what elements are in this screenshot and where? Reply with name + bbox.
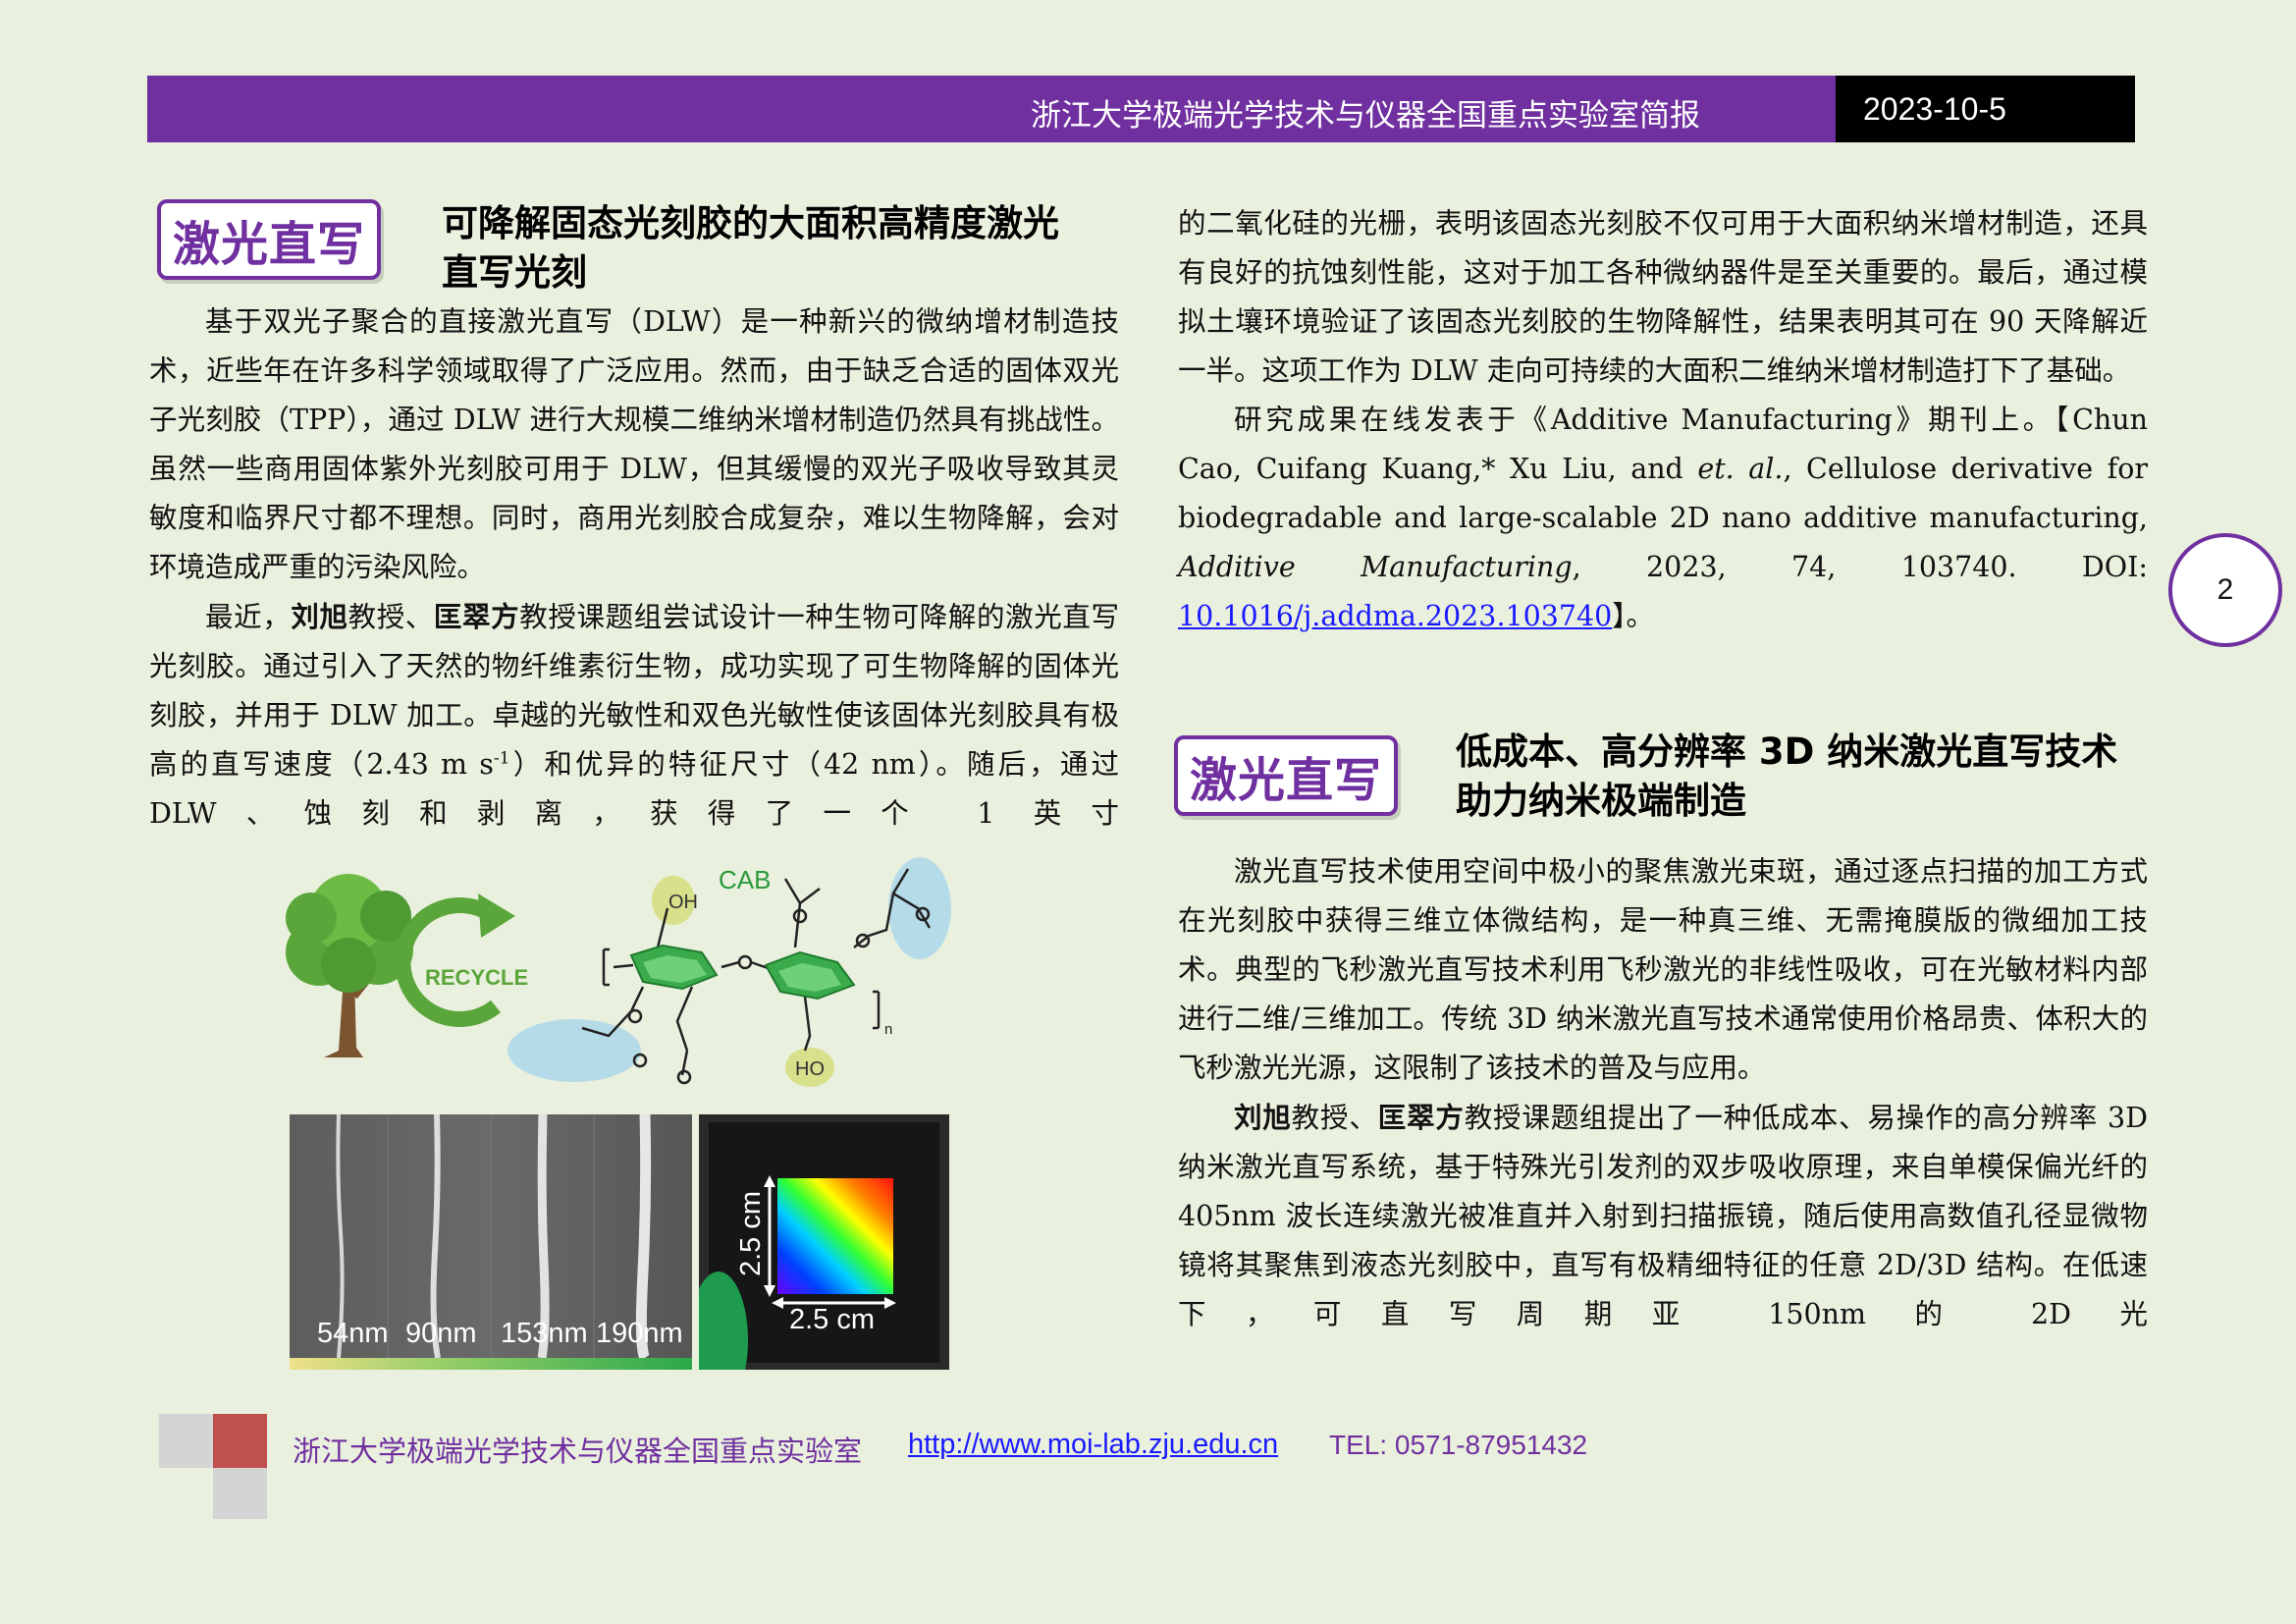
article-title: 可降解固态光刻胶的大面积高精度激光 直写光刻: [442, 199, 1129, 298]
grating-sample: [777, 1178, 893, 1294]
author-name: 刘旭: [291, 600, 348, 633]
repeat-unit-n: n: [884, 1021, 892, 1038]
paragraph: 刘旭教授、匡翠方教授课题组提出了一种低成本、易操作的高分辨率 3D 纳米激光直写…: [1178, 1093, 2148, 1339]
article-title: 低成本、高分辨率 3D 纳米激光直写技术 助力纳米极端制造: [1456, 728, 2163, 826]
paragraph: 激光直写技术使用空间中极小的聚焦激光束斑，通过逐点扫描的加工方式在光刻胶中获得三…: [1178, 855, 2148, 1084]
article-body: 基于双光子聚合的直接激光直写（DLW）是一种新兴的微纳增材制造技术，近些年在许多…: [149, 298, 1119, 839]
sem-image: 54nm 90nm 153nm 190nm: [290, 1114, 692, 1370]
issue-date: 2023-10-5: [1863, 91, 2006, 127]
superscript: -1: [493, 748, 510, 769]
cab-label: CAB: [719, 865, 771, 894]
article-title-line: 低成本、高分辨率 3D 纳米激光直写技术: [1456, 731, 2118, 773]
oh-label: OH: [668, 892, 698, 913]
text: 最近，: [205, 601, 292, 633]
doi-link[interactable]: 10.1016/j.addma.2023.103740: [1178, 600, 1612, 632]
text: , 2023, 74, 103740. DOI:: [1572, 551, 2149, 583]
footer-decor-square: [159, 1414, 213, 1468]
page-number-badge: 2: [2168, 533, 2282, 647]
footer-decor-square: [213, 1468, 267, 1519]
footer-website-link[interactable]: http://www.moi-lab.zju.edu.cn: [908, 1429, 1278, 1461]
paragraph: 基于双光子聚合的直接激光直写（DLW）是一种新兴的微纳增材制造技术，近些年在许多…: [149, 305, 1119, 583]
text: 教授课题组提出了一种低成本、易操作的高分辨率 3D 纳米激光直写系统，基于特殊光…: [1178, 1102, 2148, 1330]
grating-photo: 2.5 cm 2.5 cm: [699, 1114, 949, 1370]
dimension-label-horizontal: 2.5 cm: [789, 1304, 875, 1335]
text: 教授、: [347, 601, 434, 633]
text-italic: et. al.: [1697, 453, 1784, 485]
butyryl-highlight: [507, 1019, 641, 1082]
author-name: 匡翠方: [1377, 1101, 1465, 1134]
section-tag: 激光直写: [157, 199, 381, 280]
section-tag: 激光直写: [1174, 735, 1398, 816]
dimension-label-vertical: 2.5 cm: [735, 1191, 767, 1276]
oxygen-atom: [737, 954, 753, 970]
sem-label: 153nm: [501, 1318, 588, 1349]
paragraph: 最近，刘旭教授、匡翠方教授课题组尝试设计一种生物可降解的激光直写光刻胶。通过引入…: [149, 592, 1119, 839]
sem-label: 190nm: [596, 1318, 683, 1349]
recycle-label: RECYCLE: [425, 965, 528, 990]
oxygen-atom: [676, 1069, 692, 1085]
author-name: 匡翠方: [433, 600, 520, 633]
article-body: 激光直写技术使用空间中极小的聚焦激光束斑，通过逐点扫描的加工方式在光刻胶中获得三…: [1178, 847, 2148, 1339]
recycle-icon: RECYCLE: [395, 893, 528, 1027]
paragraph: 的二氧化硅的光栅，表明该固态光刻胶不仅可用于大面积纳米增材制造，还具有良好的抗蚀…: [1178, 207, 2148, 387]
newsletter-title: 浙江大学极端光学技术与仪器全国重点实验室简报: [1031, 98, 1700, 134]
footer-lab-name: 浙江大学极端光学技术与仪器全国重点实验室: [293, 1435, 863, 1468]
article-title-line: 助力纳米极端制造: [1456, 780, 1746, 822]
footer-telephone: TEL: 0571-87951432: [1329, 1430, 1588, 1460]
article-body-continued: 的二氧化硅的光栅，表明该固态光刻胶不仅可用于大面积纳米增材制造，还具有良好的抗蚀…: [1178, 199, 2148, 641]
cab-chemistry-figure: RECYCLE OH HO CAB n: [286, 857, 951, 1087]
publication-note: 研究成果在线发表于《Additive Manufacturing》期刊上。【Ch…: [1178, 396, 2148, 641]
tree-icon: [286, 874, 413, 1057]
journal-name: Additive Manufacturing: [1178, 551, 1573, 583]
text: 】。: [1612, 600, 1655, 632]
sem-label: 90nm: [405, 1318, 477, 1349]
footer-decor-square: [213, 1414, 267, 1468]
article-title-line: 直写光刻: [442, 251, 587, 294]
oxygen-atom: [627, 1008, 643, 1024]
text: 教授、: [1291, 1102, 1378, 1134]
author-name: 刘旭: [1234, 1101, 1292, 1134]
ho-label: HO: [795, 1058, 825, 1080]
sem-label: 54nm: [317, 1318, 389, 1349]
article-title-line: 可降解固态光刻胶的大面积高精度激光: [442, 202, 1059, 244]
